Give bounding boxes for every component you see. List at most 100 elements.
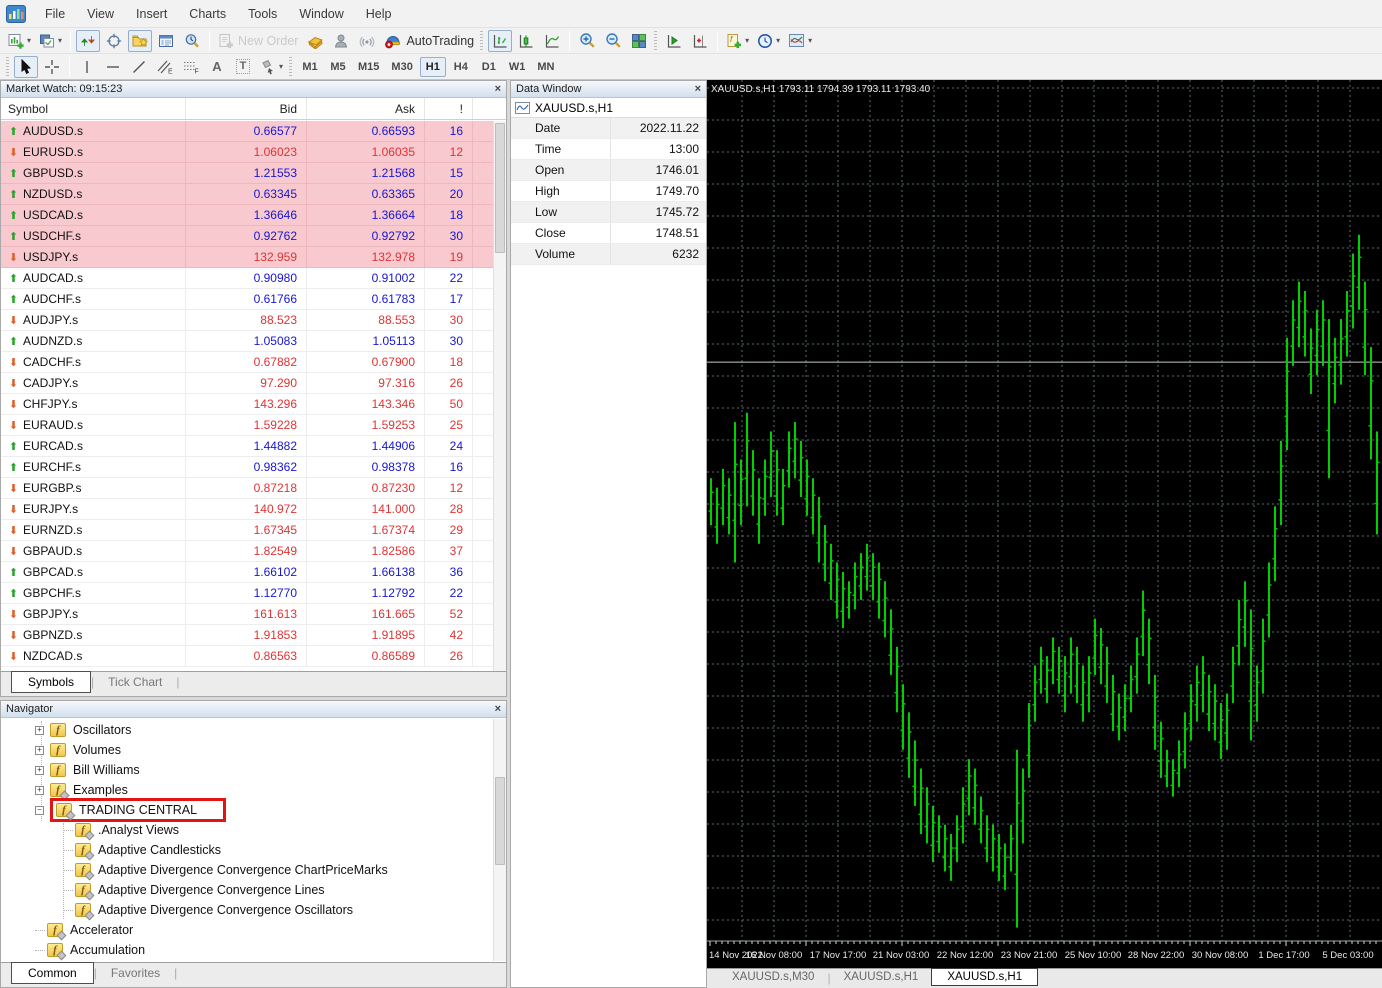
bar-chart-button[interactable] bbox=[488, 30, 512, 52]
text-label-tool[interactable]: T bbox=[231, 56, 255, 78]
table-row[interactable]: ⬇GBPJPY.s161.613161.66552 bbox=[1, 604, 506, 625]
menu-file[interactable]: File bbox=[34, 3, 76, 25]
profiles-button[interactable]: ▾ bbox=[36, 30, 65, 52]
indicators-button[interactable]: f ▾ bbox=[723, 30, 752, 52]
table-row[interactable]: ⬆GBPCHF.s1.127701.1279222 bbox=[1, 583, 506, 604]
equidistant-channel-tool[interactable]: E bbox=[153, 56, 177, 78]
tree-item-accelerator[interactable]: fAccelerator bbox=[1, 920, 492, 940]
text-tool[interactable]: A bbox=[205, 56, 229, 78]
timeframe-h4[interactable]: H4 bbox=[448, 57, 474, 77]
expand-icon[interactable]: + bbox=[35, 726, 44, 735]
chevron-down-icon[interactable]: ▾ bbox=[808, 36, 812, 45]
candlestick-button[interactable] bbox=[514, 30, 538, 52]
horizontal-line-tool[interactable] bbox=[101, 56, 125, 78]
tree-item-adaptive-candlesticks[interactable]: fAdaptive Candlesticks bbox=[1, 840, 492, 860]
table-row[interactable]: ⬇CHFJPY.s143.296143.34650 bbox=[1, 394, 506, 415]
market-watch-header[interactable]: Symbol Bid Ask ! bbox=[1, 98, 506, 120]
table-row[interactable]: ⬇USDJPY.s132.959132.97819 bbox=[1, 247, 506, 268]
terminal-toggle[interactable] bbox=[154, 30, 178, 52]
menu-window[interactable]: Window bbox=[288, 3, 354, 25]
tab-favorites[interactable]: Favorites bbox=[97, 963, 174, 983]
collapse-icon[interactable]: − bbox=[35, 806, 44, 815]
expand-icon[interactable]: + bbox=[35, 786, 44, 795]
table-row[interactable]: ⬆USDCHF.s0.927620.9279230 bbox=[1, 226, 506, 247]
metaeditor-button[interactable] bbox=[303, 30, 327, 52]
table-row[interactable]: ⬇CADJPY.s97.29097.31626 bbox=[1, 373, 506, 394]
autotrading-button[interactable]: AutoTrading bbox=[381, 30, 477, 52]
scrollbar-thumb[interactable] bbox=[495, 777, 505, 865]
templates-button[interactable]: ▾ bbox=[785, 30, 815, 52]
tree-item-volumes[interactable]: +fVolumes bbox=[1, 740, 492, 760]
strategy-tester-button[interactable] bbox=[180, 30, 204, 52]
market-watch-titlebar[interactable]: Market Watch: 09:15:23 × bbox=[1, 81, 506, 98]
zoom-in-button[interactable] bbox=[575, 30, 599, 52]
table-row[interactable]: ⬇EURAUD.s1.592281.5925325 bbox=[1, 415, 506, 436]
tree-item-examples[interactable]: +fExamples bbox=[1, 780, 492, 800]
table-row[interactable]: ⬇GBPAUD.s1.825491.8258637 bbox=[1, 541, 506, 562]
scrollbar-thumb[interactable] bbox=[495, 123, 505, 253]
arrows-tool[interactable]: ▾ bbox=[257, 56, 286, 78]
toolbar-grip[interactable] bbox=[6, 57, 9, 77]
table-row[interactable]: ⬇EURNZD.s1.673451.6737429 bbox=[1, 520, 506, 541]
tree-item-bill-williams[interactable]: +fBill Williams bbox=[1, 760, 492, 780]
table-row[interactable]: ⬆AUDCAD.s0.909800.9100222 bbox=[1, 268, 506, 289]
market-watch-scrollbar[interactable] bbox=[493, 121, 506, 671]
timeframe-d1[interactable]: D1 bbox=[476, 57, 502, 77]
tree-item-oscillators[interactable]: +fOscillators bbox=[1, 720, 492, 740]
table-row[interactable]: ⬆AUDNZD.s1.050831.0511330 bbox=[1, 331, 506, 352]
table-row[interactable]: ⬆AUDCHF.s0.617660.6178317 bbox=[1, 289, 506, 310]
fibonacci-tool[interactable]: F bbox=[179, 56, 203, 78]
chevron-down-icon[interactable]: ▾ bbox=[27, 36, 31, 45]
tile-windows-button[interactable] bbox=[627, 30, 651, 52]
table-row[interactable]: ⬆USDCAD.s1.366461.3666418 bbox=[1, 205, 506, 226]
column-header-ask[interactable]: Ask bbox=[307, 98, 425, 119]
chevron-down-icon[interactable]: ▾ bbox=[279, 62, 283, 71]
auto-scroll-button[interactable] bbox=[662, 30, 686, 52]
timeframe-mn[interactable]: MN bbox=[532, 57, 559, 77]
toolbar-grip[interactable] bbox=[480, 31, 483, 51]
table-row[interactable]: ⬆EURCHF.s0.983620.9837816 bbox=[1, 457, 506, 478]
chevron-down-icon[interactable]: ▾ bbox=[776, 36, 780, 45]
signals-button[interactable] bbox=[355, 30, 379, 52]
table-row[interactable]: ⬆EURCAD.s1.448821.4490624 bbox=[1, 436, 506, 457]
community-button[interactable] bbox=[329, 30, 353, 52]
expand-icon[interactable]: + bbox=[35, 746, 44, 755]
table-row[interactable]: ⬆GBPUSD.s1.215531.2156815 bbox=[1, 163, 506, 184]
tree-item-adaptive-divergence-convergence-oscillators[interactable]: fAdaptive Divergence Convergence Oscilla… bbox=[1, 900, 492, 920]
timeframe-m1[interactable]: M1 bbox=[297, 57, 323, 77]
table-row[interactable]: ⬇EURUSD.s1.060231.0603512 bbox=[1, 142, 506, 163]
menu-view[interactable]: View bbox=[76, 3, 125, 25]
navigator-toggle[interactable] bbox=[128, 30, 152, 52]
navigator-scrollbar[interactable] bbox=[493, 719, 506, 961]
column-header-bid[interactable]: Bid bbox=[186, 98, 307, 119]
close-icon[interactable]: × bbox=[695, 84, 701, 94]
tree-item--analyst-views[interactable]: f.Analyst Views bbox=[1, 820, 492, 840]
column-header-spread[interactable]: ! bbox=[425, 98, 473, 119]
expand-icon[interactable]: + bbox=[35, 766, 44, 775]
table-row[interactable]: ⬇GBPNZD.s1.918531.9189542 bbox=[1, 625, 506, 646]
trendline-tool[interactable] bbox=[127, 56, 151, 78]
new-order-button[interactable]: New Order bbox=[215, 30, 301, 52]
market-watch-toggle[interactable] bbox=[76, 30, 100, 52]
timeframe-w1[interactable]: W1 bbox=[504, 57, 531, 77]
table-row[interactable]: ⬇EURGBP.s0.872180.8723012 bbox=[1, 478, 506, 499]
table-row[interactable]: ⬆NZDUSD.s0.633450.6336520 bbox=[1, 184, 506, 205]
data-window-titlebar[interactable]: Data Window × bbox=[511, 81, 706, 98]
table-row[interactable]: ⬆GBPCAD.s1.661021.6613836 bbox=[1, 562, 506, 583]
tree-item-adaptive-divergence-convergence-chartpricemarks[interactable]: fAdaptive Divergence Convergence ChartPr… bbox=[1, 860, 492, 880]
price-chart[interactable]: XAUUSD.s,H1 1793.11 1794.39 1793.11 1793… bbox=[707, 80, 1382, 968]
chevron-down-icon[interactable]: ▾ bbox=[58, 36, 62, 45]
timeframe-h1[interactable]: H1 bbox=[420, 57, 446, 77]
close-icon[interactable]: × bbox=[495, 704, 501, 714]
chart-tab-1[interactable]: XAUUSD.s,H1 bbox=[831, 969, 932, 985]
new-chart-button[interactable]: ▾ bbox=[5, 30, 34, 52]
vertical-line-tool[interactable] bbox=[75, 56, 99, 78]
tree-item-adaptive-divergence-convergence-lines[interactable]: fAdaptive Divergence Convergence Lines bbox=[1, 880, 492, 900]
timeframe-m5[interactable]: M5 bbox=[325, 57, 351, 77]
table-row[interactable]: ⬇NZDCAD.s0.865630.8658926 bbox=[1, 646, 506, 667]
menu-tools[interactable]: Tools bbox=[237, 3, 288, 25]
navigator-titlebar[interactable]: Navigator × bbox=[1, 701, 506, 718]
periods-button[interactable]: ▾ bbox=[754, 30, 783, 52]
toolbar-grip[interactable] bbox=[289, 57, 292, 77]
timeframe-m30[interactable]: M30 bbox=[386, 57, 417, 77]
